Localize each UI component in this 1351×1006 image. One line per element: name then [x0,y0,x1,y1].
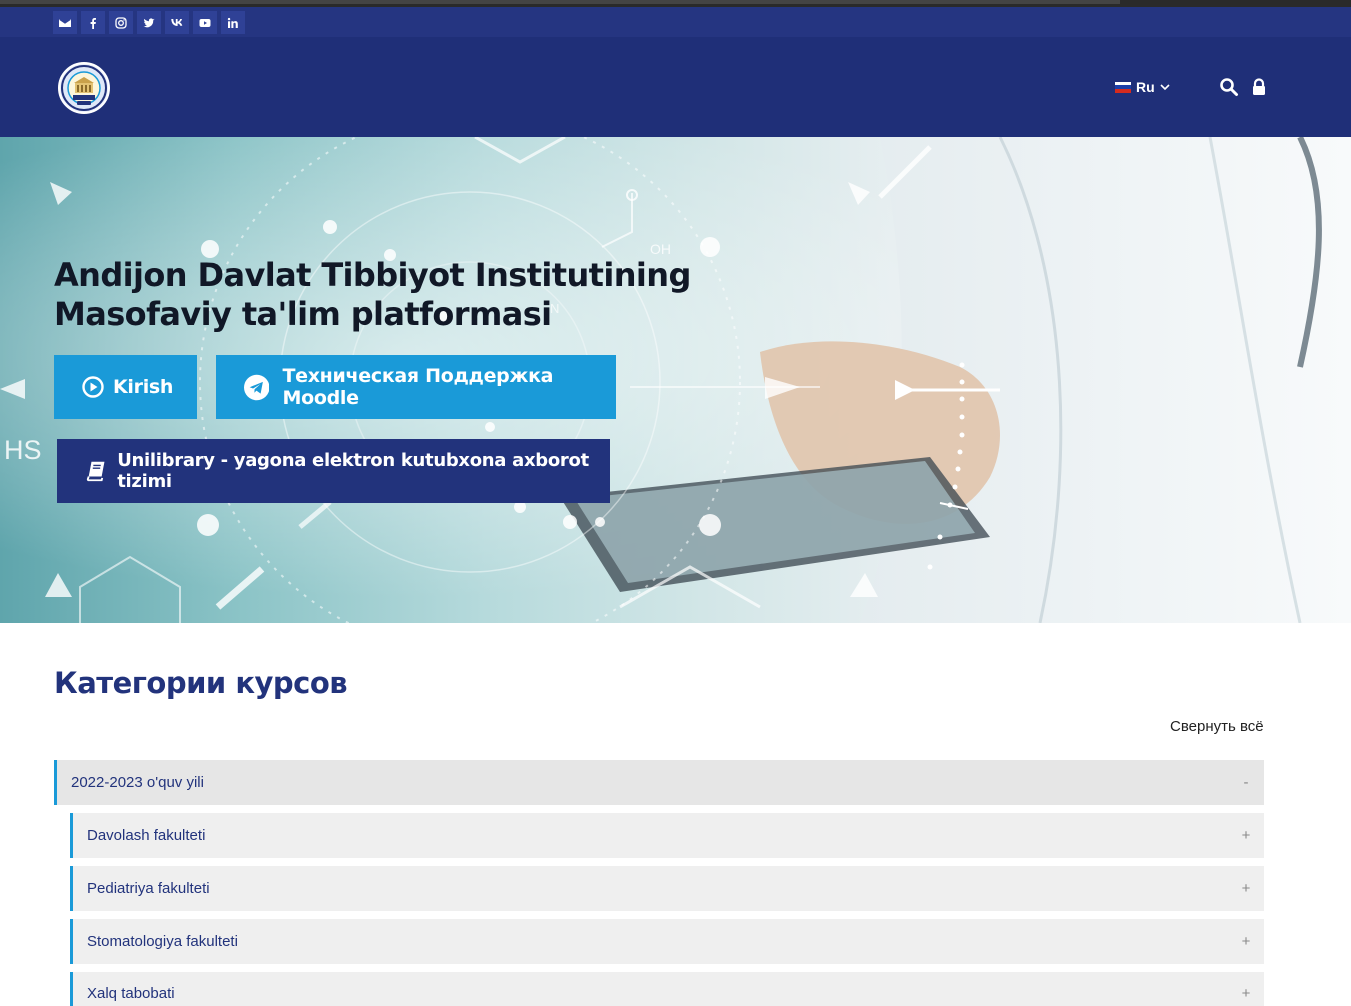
instagram-icon[interactable] [109,11,133,34]
browser-tab-highlight [0,0,1120,4]
chevron-down-icon [1160,84,1170,91]
top-social-bar [0,7,1351,37]
category-label: Davolash fakulteti [87,827,206,844]
category-2022-2023[interactable]: 2022-2023 o'quv yili - [54,760,1264,805]
language-label: Ru [1136,79,1155,95]
unilibrary-label: Unilibrary - yagona elektron kutubxona a… [117,450,589,492]
envelope-icon[interactable] [53,11,77,34]
telegram-icon [244,374,270,400]
kirish-button[interactable]: Kirish [54,355,197,419]
expand-toggle-icon[interactable]: + [1228,933,1264,950]
collapse-toggle-icon[interactable]: - [1228,774,1264,791]
category-label: 2022-2023 o'quv yili [71,774,204,791]
hero-background-image: OH N HS [0,137,1351,623]
expand-toggle-icon[interactable]: + [1228,880,1264,897]
play-circle-icon [82,376,104,398]
category-xalq-tabobati[interactable]: Xalq tabobati + [70,972,1264,1006]
twitter-icon[interactable] [137,11,161,34]
site-header: Ru [0,37,1351,137]
category-label: Xalq tabobati [87,985,175,1002]
social-links [53,11,245,34]
hero-title: Andijon Davlat Tibbiyot Institutining Ma… [54,256,691,333]
kirish-label: Kirish [113,376,174,398]
lock-icon[interactable] [1249,77,1269,97]
category-label: Pediatriya fakulteti [87,880,210,897]
institute-logo[interactable] [58,62,110,114]
hero-banner: OH N HS Andijon Davlat Tibbiyot Institut… [0,137,1351,623]
category-label: Stomatologiya fakulteti [87,933,238,950]
search-icon[interactable] [1219,77,1239,97]
category-davolash[interactable]: Davolash fakulteti + [70,813,1264,858]
browser-chrome-strip [0,0,1351,7]
chemistry-label-oh: OH [650,241,671,257]
course-categories-heading: Категории курсов [54,666,348,700]
unilibrary-button[interactable]: Unilibrary - yagona elektron kutubxona a… [57,439,610,503]
expand-toggle-icon[interactable]: + [1228,985,1264,1002]
language-switcher[interactable]: Ru [1115,79,1170,95]
russia-flag-icon [1115,81,1131,93]
category-pediatriya[interactable]: Pediatriya fakulteti + [70,866,1264,911]
category-stomatologiya[interactable]: Stomatologiya fakulteti + [70,919,1264,964]
youtube-icon[interactable] [193,11,217,34]
facebook-icon[interactable] [81,11,105,34]
decor-label-hs: HS [4,435,42,465]
moodle-support-button[interactable]: Техническая Поддержка Moodle [216,355,616,419]
book-icon [86,461,105,482]
moodle-support-label: Техническая Поддержка Moodle [282,365,554,409]
vk-icon[interactable] [165,11,189,34]
collapse-all-link[interactable]: Свернуть всё [1170,718,1264,735]
linkedin-icon[interactable] [221,11,245,34]
expand-toggle-icon[interactable]: + [1228,827,1264,844]
